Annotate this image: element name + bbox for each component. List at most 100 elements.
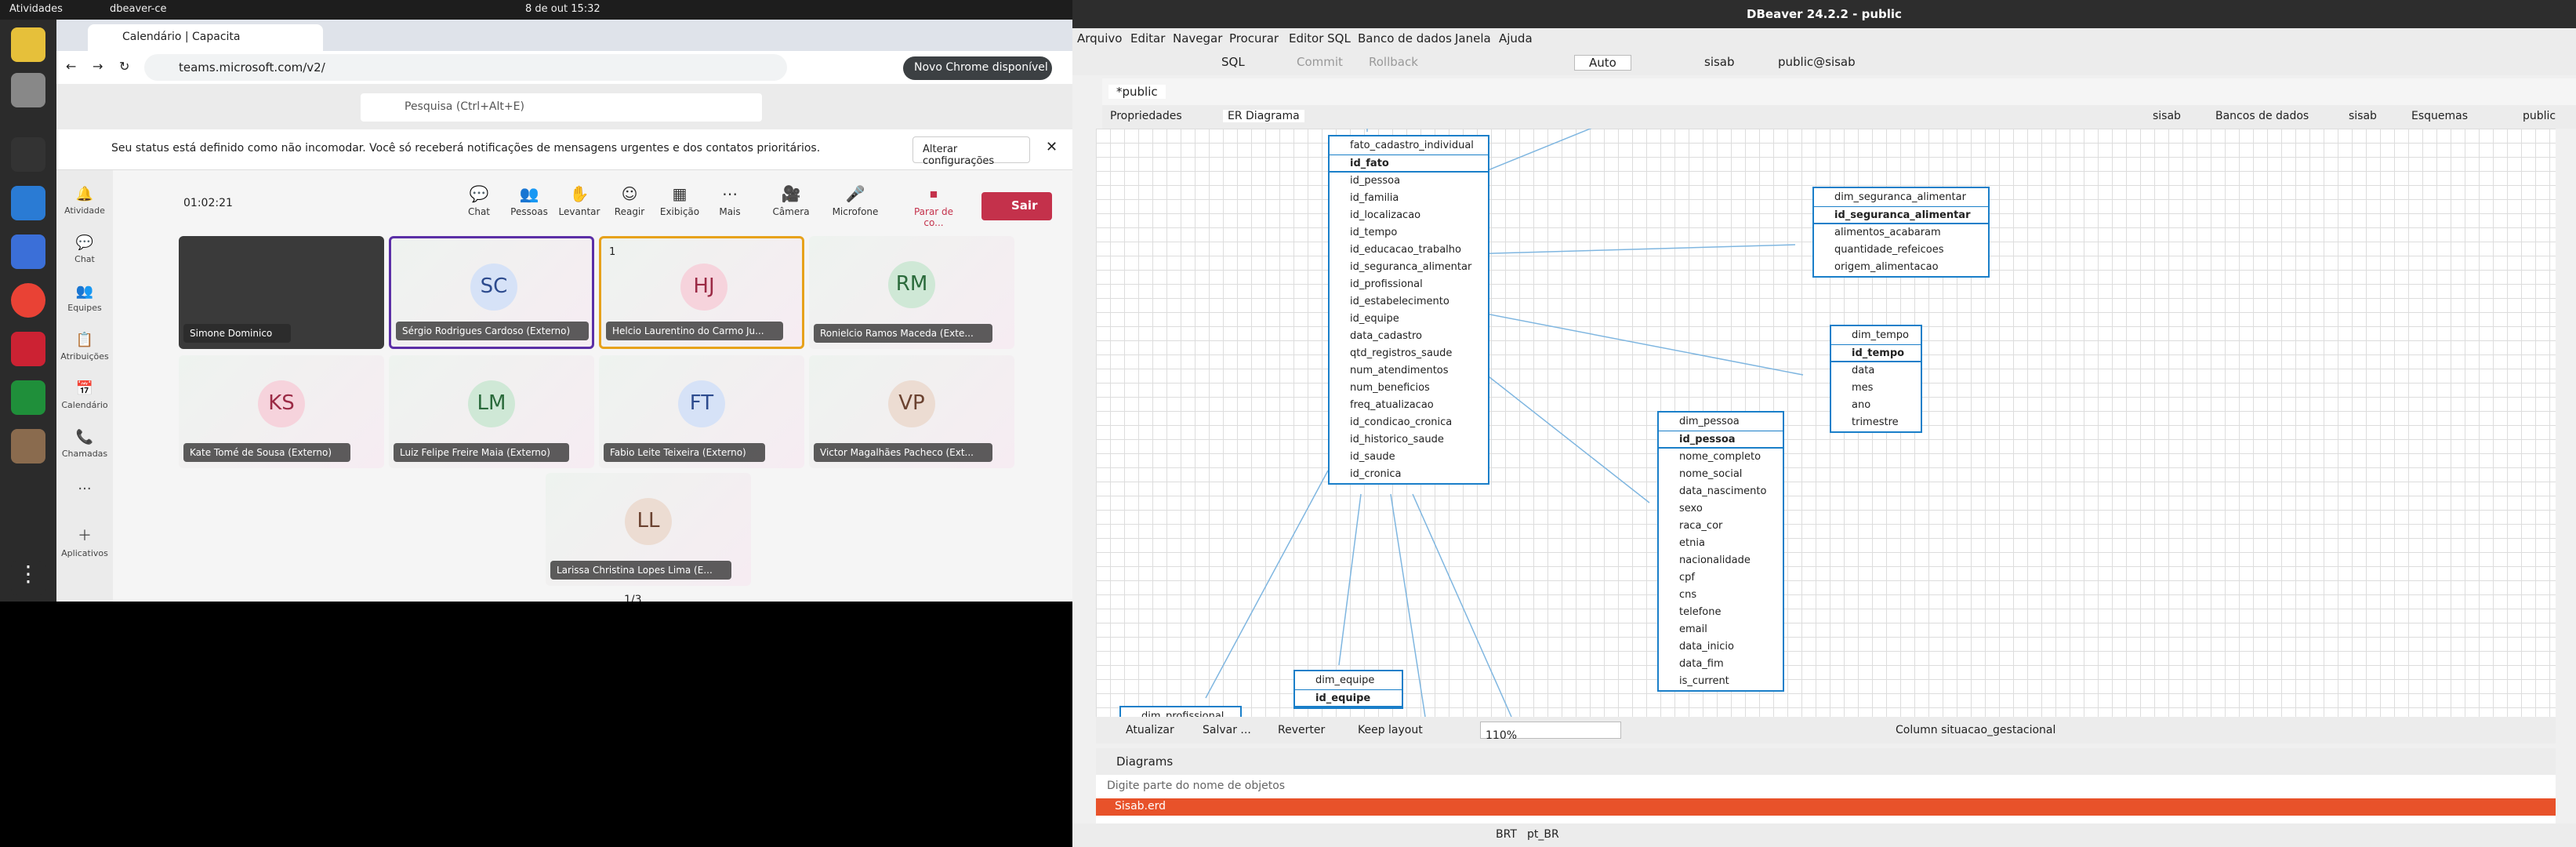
- rail-activity[interactable]: 🔔 Atividade: [56, 186, 113, 216]
- menu-item[interactable]: Editar: [1130, 31, 1165, 45]
- entity-column: telefone: [1679, 606, 1722, 618]
- path-item[interactable]: sisab: [2153, 110, 2181, 122]
- menu-item[interactable]: Janela: [1455, 31, 1491, 45]
- dock-app-icon[interactable]: [11, 332, 45, 366]
- participant-tile[interactable]: SC Sérgio Rodrigues Cardoso (Externo): [389, 236, 594, 349]
- spreadsheet-icon[interactable]: [11, 380, 45, 415]
- properties-tab[interactable]: Propriedades: [1110, 110, 1182, 122]
- editor-tab[interactable]: *public: [1108, 85, 1166, 99]
- menu-bar: Arquivo Editar Navegar Procurar Editor S…: [1072, 28, 2576, 49]
- dock-app-icon[interactable]: [11, 186, 45, 220]
- participant-tile[interactable]: VP Victor Magalhães Pacheco (Ext...: [809, 355, 1014, 468]
- diagram-item[interactable]: Sisab.erd: [1096, 798, 2556, 816]
- teams-header: Pesquisa (Ctrl+Alt+E): [56, 84, 1072, 129]
- stop-share-control[interactable]: ⏹ Parar de co...: [906, 184, 961, 228]
- close-icon[interactable]: ✕: [1046, 139, 1058, 155]
- connection-selector[interactable]: sisab: [1704, 55, 1735, 69]
- react-control[interactable]: ☺ Reagir: [602, 184, 657, 217]
- schema-selector[interactable]: public@sisab: [1778, 55, 1856, 69]
- rail-teams[interactable]: 👥 Equipes: [56, 283, 113, 313]
- browser-tab[interactable]: Calendário | Capacita: [88, 24, 323, 51]
- microphone-control[interactable]: 🎤 Microfone: [828, 184, 883, 217]
- participant-tile[interactable]: Simone Dominico: [179, 236, 384, 349]
- view-control[interactable]: ▦ Exibição: [652, 184, 707, 217]
- more-control[interactable]: ⋯ Mais: [702, 184, 757, 217]
- omnibox[interactable]: teams.microsoft.com/v2/: [144, 54, 787, 81]
- raise-hand-control[interactable]: ✋ Levantar: [552, 184, 607, 217]
- path-item[interactable]: sisab: [2349, 110, 2377, 122]
- rail-calendar[interactable]: 📅 Calendário: [56, 380, 113, 410]
- er-canvas[interactable]: fato_cadastro_individual id_fato id_pess…: [1096, 129, 2556, 717]
- diagrams-title[interactable]: Diagrams: [1096, 748, 2556, 775]
- back-icon[interactable]: ←: [66, 59, 76, 74]
- zoom-select[interactable]: 110%: [1480, 722, 1621, 742]
- participant-tile[interactable]: LM Luiz Felipe Freire Maia (Externo): [389, 355, 594, 468]
- rail-calls[interactable]: 📞 Chamadas: [56, 429, 113, 459]
- rail-chat[interactable]: 💬 Chat: [56, 234, 113, 264]
- chrome-window: Calendário | Capacita ← → ↻ teams.micros…: [56, 20, 1072, 602]
- files-icon[interactable]: [11, 73, 45, 107]
- editor-icon[interactable]: [11, 234, 45, 269]
- entity-column: quantidade_refeicoes: [1834, 244, 1944, 256]
- leave-button[interactable]: Sair: [981, 192, 1052, 220]
- entity-column: id_tempo: [1350, 227, 1398, 238]
- chrome-update-button[interactable]: Novo Chrome disponível: [903, 56, 1052, 80]
- revert-button[interactable]: Reverter: [1278, 724, 1325, 736]
- entity-dim-seguranca-alimentar[interactable]: dim_seguranca_alimentar id_seguranca_ali…: [1812, 187, 1990, 278]
- entity-fato-cadastro-individual[interactable]: fato_cadastro_individual id_fato id_pess…: [1328, 135, 1489, 485]
- teams-search-input[interactable]: Pesquisa (Ctrl+Alt+E): [361, 93, 762, 122]
- refresh-button[interactable]: Atualizar: [1126, 724, 1174, 736]
- save-button[interactable]: Salvar ...: [1203, 724, 1251, 736]
- entity-column: origem_alimentacao: [1834, 261, 1939, 273]
- diagram-filter-input[interactable]: Digite parte do nome de objetos: [1096, 775, 2556, 798]
- path-item[interactable]: public: [2523, 110, 2556, 122]
- change-settings-button[interactable]: Alterar configurações: [912, 136, 1030, 167]
- entity-column: alimentos_acabaram: [1834, 227, 1941, 238]
- path-item[interactable]: Esquemas: [2411, 110, 2468, 122]
- er-diagram-tab[interactable]: ER Diagrama: [1223, 110, 1304, 122]
- entity-column: id_condicao_cronica: [1350, 416, 1453, 428]
- entity-column: id_profissional: [1350, 278, 1423, 290]
- rail-more-icon[interactable]: ···: [56, 481, 113, 500]
- activities-button[interactable]: Atividades: [9, 3, 63, 15]
- entity-dim-profissional[interactable]: dim_profissional: [1119, 706, 1242, 717]
- menu-item[interactable]: Editor SQL: [1289, 31, 1351, 45]
- people-control[interactable]: 👥 Pessoas: [502, 184, 557, 217]
- participant-tile[interactable]: RM Ronielcio Ramos Maceda (Exte...: [809, 236, 1014, 349]
- rail-apps[interactable]: ＋ Aplicativos: [56, 525, 113, 558]
- clock[interactable]: 8 de out 15:32: [525, 3, 600, 15]
- gallery-pager[interactable]: 1/3: [624, 594, 642, 602]
- keep-layout-button[interactable]: Keep layout: [1358, 724, 1423, 736]
- sql-button[interactable]: SQL: [1221, 55, 1245, 69]
- url-bar: ← → ↻ teams.microsoft.com/v2/ Novo Chrom…: [56, 51, 1072, 84]
- apps-grid-icon[interactable]: ⋮: [11, 561, 45, 595]
- path-item[interactable]: Bancos de dados: [2215, 110, 2309, 122]
- entity-dim-pessoa[interactable]: dim_pessoa id_pessoa nome_completo nome_s…: [1657, 411, 1784, 692]
- chrome-icon[interactable]: [11, 283, 45, 318]
- dock-app-icon[interactable]: [11, 27, 45, 62]
- menu-item[interactable]: Navegar: [1173, 31, 1222, 45]
- menu-item[interactable]: Arquivo: [1077, 31, 1122, 45]
- reload-icon[interactable]: ↻: [119, 59, 129, 74]
- menu-item[interactable]: Ajuda: [1499, 31, 1533, 45]
- participant-tile[interactable]: KS Kate Tomé de Sousa (Externo): [179, 355, 384, 468]
- app-menu[interactable]: dbeaver-ce: [110, 3, 167, 15]
- participant-tile[interactable]: 1 HJ Helcio Laurentino do Carmo Ju...: [599, 236, 804, 349]
- transaction-mode[interactable]: Auto: [1574, 55, 1631, 71]
- rail-assignments[interactable]: 📋 Atribuições: [56, 332, 113, 362]
- rollback-button[interactable]: Rollback: [1369, 55, 1418, 69]
- entity-dim-tempo[interactable]: dim_tempo id_tempo data mes ano trimestre: [1830, 325, 1922, 433]
- chat-control[interactable]: 💬 Chat: [452, 184, 506, 217]
- dbeaver-icon[interactable]: [11, 429, 45, 463]
- entity-title: dim_equipe: [1295, 671, 1402, 690]
- forward-icon[interactable]: →: [93, 59, 103, 74]
- entity-dim-equipe[interactable]: dim_equipe id_equipe: [1293, 670, 1403, 709]
- camera-control[interactable]: 🎥 Câmera: [764, 184, 818, 217]
- terminal-icon[interactable]: [11, 137, 45, 172]
- entity-column: trimestre: [1852, 416, 1899, 428]
- menu-item[interactable]: Procurar: [1229, 31, 1279, 45]
- participant-tile[interactable]: FT Fabio Leite Teixeira (Externo): [599, 355, 804, 468]
- menu-item[interactable]: Banco de dados: [1358, 31, 1452, 45]
- participant-tile[interactable]: LL Larissa Christina Lopes Lima (E...: [546, 473, 751, 586]
- commit-button[interactable]: Commit: [1297, 55, 1343, 69]
